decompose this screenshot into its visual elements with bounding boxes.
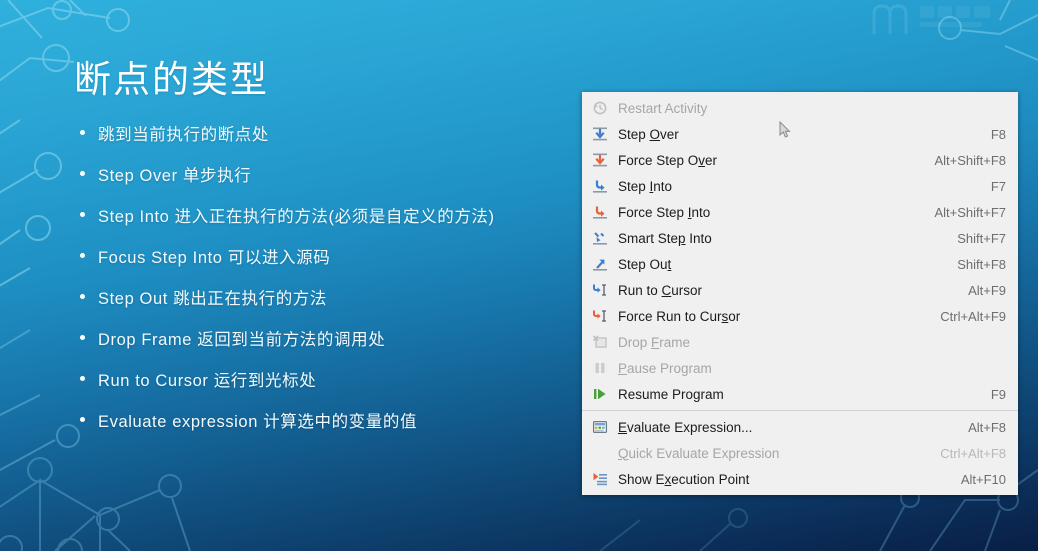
bullet-dot-icon — [80, 130, 85, 135]
bullet-text: Run to Cursor 运行到光标处 — [98, 371, 317, 390]
debug-context-menu[interactable]: Restart Activity Step Over F8 Force Step Ov… — [582, 92, 1018, 495]
menu-item[interactable]: Show Execution Point Alt+F10 — [582, 466, 1018, 492]
menu-item: Drop Frame — [582, 329, 1018, 355]
bullet-dot-icon — [80, 212, 85, 217]
bullet-dot-icon — [80, 294, 85, 299]
list-item: Run to Cursor 运行到光标处 — [74, 358, 574, 399]
bullet-list: 跳到当前执行的断点处 Step Over 单步执行 Step Into 进入正在执行… — [74, 112, 574, 440]
menu-item-label: Quick Evaluate Expression — [618, 445, 780, 461]
presentation-slide: 断点的类型 跳到当前执行的断点处 Step Over 单步执行 Step Into … — [0, 0, 1038, 551]
menu-item-label: Force Step Into — [618, 204, 711, 220]
drop-frame-icon — [589, 332, 611, 352]
force-step-over-icon — [589, 150, 611, 170]
pause-program-icon — [589, 358, 611, 378]
menu-item-label: Step Over — [618, 126, 679, 142]
menu-item[interactable]: Resume Program F9 — [582, 381, 1018, 407]
bullet-dot-icon — [80, 253, 85, 258]
menu-item[interactable]: Step Into F7 — [582, 173, 1018, 199]
bullet-text: Focus Step Into 可以进入源码 — [98, 248, 331, 267]
menu-item-shortcut: Shift+F8 — [957, 256, 1006, 272]
none — [589, 443, 611, 463]
menu-item-label: Step Into — [618, 178, 673, 194]
menu-item-shortcut: Shift+F7 — [957, 230, 1006, 246]
menu-item[interactable]: Step Over F8 — [582, 121, 1018, 147]
menu-item-shortcut: Alt+F10 — [960, 471, 1006, 487]
menu-item-shortcut: Alt+Shift+F8 — [934, 152, 1006, 168]
bullet-text: 跳到当前执行的断点处 — [98, 125, 269, 144]
list-item: Evaluate expression 计算选中的变量的值 — [74, 399, 574, 440]
evaluate-expression-icon — [589, 417, 611, 437]
menu-item-shortcut: F9 — [990, 386, 1006, 402]
force-run-to-cursor-icon — [589, 306, 611, 326]
menu-item[interactable]: Step Out Shift+F8 — [582, 251, 1018, 277]
menu-item-shortcut: Alt+Shift+F7 — [934, 204, 1006, 220]
menu-item-label: Evaluate Expression... — [618, 419, 753, 435]
list-item: Step Over 单步执行 — [74, 153, 574, 194]
step-into-icon — [589, 176, 611, 196]
menu-item-shortcut: F7 — [990, 178, 1006, 194]
menu-separator — [582, 410, 1018, 411]
step-over-icon — [589, 124, 611, 144]
run-to-cursor-icon — [589, 280, 611, 300]
restart-icon — [589, 98, 611, 118]
menu-item-shortcut: Alt+F9 — [968, 282, 1006, 298]
menu-item[interactable]: Smart Step Into Shift+F7 — [582, 225, 1018, 251]
list-item: 跳到当前执行的断点处 — [74, 112, 574, 153]
menu-item-shortcut: Alt+F8 — [968, 419, 1006, 435]
resume-program-icon — [589, 384, 611, 404]
bullet-text: Step Out 跳出正在执行的方法 — [98, 289, 328, 308]
menu-item[interactable]: Force Step Over Alt+Shift+F8 — [582, 147, 1018, 173]
menu-item-label: Run to Cursor — [618, 282, 703, 298]
menu-item: Quick Evaluate Expression Ctrl+Alt+F8 — [582, 440, 1018, 466]
bullet-text: Step Into 进入正在执行的方法(必须是自定义的方法) — [98, 207, 495, 226]
menu-item-label: Pause Program — [618, 360, 712, 376]
menu-item: Pause Program — [582, 355, 1018, 381]
page-title: 断点的类型 — [74, 59, 269, 100]
bullet-dot-icon — [80, 335, 85, 340]
menu-item-label: Show Execution Point — [618, 471, 750, 487]
menu-item[interactable]: Run to Cursor Alt+F9 — [582, 277, 1018, 303]
watermark-logo — [872, 4, 990, 34]
step-out-icon — [589, 254, 611, 274]
bullet-text: Drop Frame 返回到当前方法的调用处 — [98, 330, 386, 349]
menu-item[interactable]: Force Step Into Alt+Shift+F7 — [582, 199, 1018, 225]
menu-item[interactable]: Force Run to Cursor Ctrl+Alt+F9 — [582, 303, 1018, 329]
list-item: Focus Step Into 可以进入源码 — [74, 235, 574, 276]
bullet-text: Evaluate expression 计算选中的变量的值 — [98, 412, 418, 431]
smart-step-into-icon — [589, 228, 611, 248]
bullet-dot-icon — [80, 417, 85, 422]
list-item: Step Out 跳出正在执行的方法 — [74, 276, 574, 317]
bullet-dot-icon — [80, 376, 85, 381]
menu-item: Restart Activity — [582, 95, 1018, 121]
bullet-dot-icon — [80, 171, 85, 176]
bullet-text: Step Over 单步执行 — [98, 166, 252, 185]
menu-item-label: Force Run to Cursor — [618, 308, 741, 324]
show-execution-point-icon — [589, 469, 611, 489]
menu-item-label: Force Step Over — [618, 152, 718, 168]
list-item: Drop Frame 返回到当前方法的调用处 — [74, 317, 574, 358]
menu-item-label: Drop Frame — [618, 334, 691, 350]
force-step-into-icon — [589, 202, 611, 222]
list-item: Step Into 进入正在执行的方法(必须是自定义的方法) — [74, 194, 574, 235]
menu-item-label: Step Out — [618, 256, 672, 272]
menu-item-label: Smart Step Into — [618, 230, 712, 246]
menu-item-shortcut: Ctrl+Alt+F8 — [940, 445, 1006, 461]
menu-item-label: Resume Program — [618, 386, 724, 402]
menu-item-shortcut: F8 — [990, 126, 1006, 142]
menu-item-shortcut: Ctrl+Alt+F9 — [940, 308, 1006, 324]
menu-item[interactable]: Evaluate Expression... Alt+F8 — [582, 414, 1018, 440]
menu-item-label: Restart Activity — [618, 100, 708, 116]
